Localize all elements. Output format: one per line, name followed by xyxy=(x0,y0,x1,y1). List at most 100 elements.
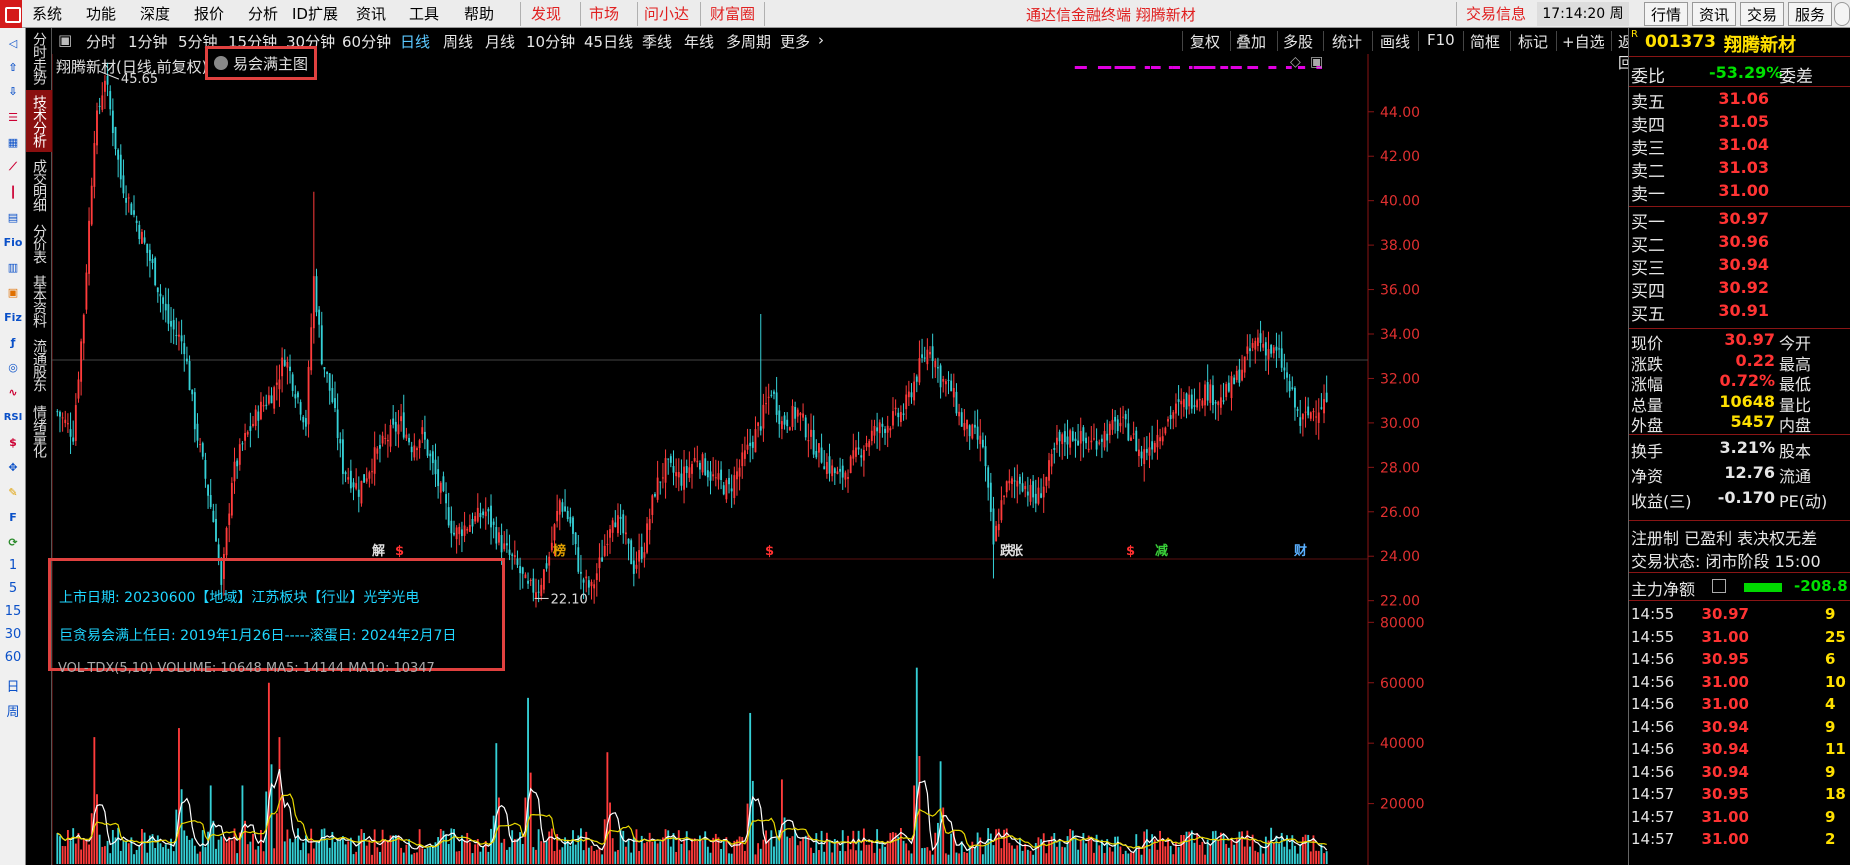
btn-fuwu[interactable]: 服务 xyxy=(1788,2,1833,26)
trade-info-link[interactable]: 交易信息 xyxy=(1466,4,1526,24)
toggle-panel-icon[interactable]: ▣ xyxy=(58,31,72,49)
tool-add-watchlist[interactable]: +自选 xyxy=(1562,31,1605,52)
candle-body xyxy=(1267,349,1270,360)
period-45day[interactable]: 45日线 xyxy=(584,31,633,52)
tool-fuquan[interactable]: 复权 xyxy=(1190,31,1220,52)
kline-icon[interactable]: ┃ xyxy=(2,183,24,201)
period-daily[interactable]: 日线 xyxy=(400,31,430,52)
tool-draw[interactable]: 画线 xyxy=(1380,31,1410,52)
tab-holders[interactable]: 流通股东 xyxy=(26,334,52,396)
kline-chart[interactable]: 44.00 42.00 40.00 38.00 36.00 34.00 32.00 30.00… xyxy=(52,54,1628,865)
volume-bar xyxy=(368,839,371,864)
volume-bar xyxy=(1164,846,1167,864)
btn-zixun[interactable]: 资讯 xyxy=(1692,2,1737,26)
tool-simple-frame[interactable]: 简框 xyxy=(1470,31,1500,52)
period-season[interactable]: 季线 xyxy=(642,31,672,52)
main-chart-selector[interactable]: 易会满主图 xyxy=(205,46,317,80)
btn-hangqing[interactable]: 行情 xyxy=(1644,2,1689,26)
tool-f10[interactable]: F10 xyxy=(1427,31,1455,49)
stat-label-right: 内盘 xyxy=(1779,416,1812,435)
period-weekly[interactable]: 周线 xyxy=(443,31,473,52)
period-btn-15[interactable]: 15 xyxy=(0,604,26,619)
down-icon[interactable]: ⇩ xyxy=(2,82,24,100)
volume-bar xyxy=(1270,827,1273,864)
tick-price: 31.00 xyxy=(1701,695,1749,713)
period-btn-day[interactable]: 日 xyxy=(0,676,26,695)
menu-id-extend[interactable]: ID扩展 xyxy=(292,4,338,24)
menu-function[interactable]: 功能 xyxy=(86,4,116,24)
tool-stats[interactable]: 统计 xyxy=(1332,31,1362,52)
line-chart-icon[interactable]: ⟋ xyxy=(2,158,24,176)
flow-toggle-icon[interactable] xyxy=(1712,579,1726,593)
period-multi[interactable]: 多周期 xyxy=(726,31,771,52)
period-more[interactable]: 更多 xyxy=(780,31,810,52)
period-year[interactable]: 年线 xyxy=(684,31,714,52)
menu-analysis[interactable]: 分析 xyxy=(248,4,278,24)
doc-icon[interactable]: ▥ xyxy=(2,258,24,276)
volume-bar xyxy=(1299,844,1302,864)
tab-sentiment[interactable]: 情绪量化 xyxy=(26,400,52,462)
back-icon[interactable]: ◁ xyxy=(2,34,24,52)
candle-body xyxy=(474,516,477,522)
candle-body xyxy=(1087,448,1090,450)
menu-depth[interactable]: 深度 xyxy=(140,4,170,24)
period-10min[interactable]: 10分钟 xyxy=(526,31,575,52)
period-btn-5[interactable]: 5 xyxy=(0,581,26,596)
menu-tools[interactable]: 工具 xyxy=(409,4,439,24)
period-btn-60[interactable]: 60 xyxy=(0,650,26,665)
menu-wenxiaoda[interactable]: 问小达 xyxy=(644,4,689,24)
table-icon[interactable]: ▤ xyxy=(2,208,24,226)
grid-icon[interactable]: ▦ xyxy=(2,133,24,151)
up-icon[interactable]: ⇧ xyxy=(2,58,24,76)
chevron-right-icon[interactable]: › xyxy=(818,31,824,49)
move-icon[interactable]: ✥ xyxy=(2,458,24,476)
tab-profile[interactable]: 基本资料 xyxy=(26,270,52,332)
minimize-icon[interactable] xyxy=(1834,2,1850,26)
fx-icon[interactable]: ƒ xyxy=(2,333,24,351)
wave-icon[interactable]: ∿ xyxy=(2,383,24,401)
period-60min[interactable]: 60分钟 xyxy=(342,31,391,52)
tab-trades[interactable]: 成交明细 xyxy=(26,154,52,216)
candle-body xyxy=(818,443,820,453)
volume-bar xyxy=(294,838,297,864)
menu-discover[interactable]: 发现 xyxy=(531,4,561,24)
tab-price-table[interactable]: 分价表 xyxy=(26,218,52,268)
volume-bar xyxy=(505,849,508,864)
period-btn-30[interactable]: 30 xyxy=(0,627,26,642)
list-icon[interactable]: ☰ xyxy=(2,108,24,126)
tool-multistock[interactable]: 多股 xyxy=(1283,31,1313,52)
tick-price: 31.00 xyxy=(1701,627,1749,646)
refresh-icon[interactable]: ⟳ xyxy=(2,533,24,551)
fio-icon[interactable]: Fio xyxy=(2,233,24,251)
book-icon[interactable]: ▣ xyxy=(2,283,24,301)
btn-jiaoyi[interactable]: 交易 xyxy=(1740,2,1785,26)
kline-chart-area[interactable]: 44.00 42.00 40.00 38.00 36.00 34.00 32.00 30.00… xyxy=(52,54,1628,865)
period-btn-1[interactable]: 1 xyxy=(0,558,26,573)
tab-technical[interactable]: 技术分析 xyxy=(26,90,52,152)
menu-quote[interactable]: 报价 xyxy=(194,4,224,24)
menu-market[interactable]: 市场 xyxy=(589,4,619,24)
menu-help[interactable]: 帮助 xyxy=(464,4,494,24)
candle-body xyxy=(505,543,508,546)
menu-system[interactable]: 系统 xyxy=(32,4,62,24)
tool-mark[interactable]: 标记 xyxy=(1518,31,1548,52)
period-fenshi[interactable]: 分时 xyxy=(86,31,116,52)
volume-bar xyxy=(923,847,926,864)
pencil-icon[interactable]: ✎ xyxy=(2,483,24,501)
circle-icon[interactable]: ◎ xyxy=(2,358,24,376)
dollar-icon[interactable]: $ xyxy=(2,433,24,451)
period-monthly[interactable]: 月线 xyxy=(485,31,515,52)
volume-bar xyxy=(1169,845,1172,864)
menu-news[interactable]: 资讯 xyxy=(356,4,386,24)
volume-bar xyxy=(564,837,566,864)
period-btn-week[interactable]: 周 xyxy=(0,701,26,720)
tool-overlay[interactable]: 叠加 xyxy=(1236,31,1266,52)
candle-body xyxy=(548,556,551,566)
rsi-icon[interactable]: RSI xyxy=(2,408,24,426)
fiz-icon[interactable]: Fiz xyxy=(2,308,24,326)
menu-caifuquan[interactable]: 财富圈 xyxy=(710,4,755,24)
f-icon[interactable]: F xyxy=(2,508,24,526)
candle-body xyxy=(1029,484,1032,502)
tab-fenshi[interactable]: 分时走势 xyxy=(26,28,52,88)
period-1min[interactable]: 1分钟 xyxy=(128,31,168,52)
